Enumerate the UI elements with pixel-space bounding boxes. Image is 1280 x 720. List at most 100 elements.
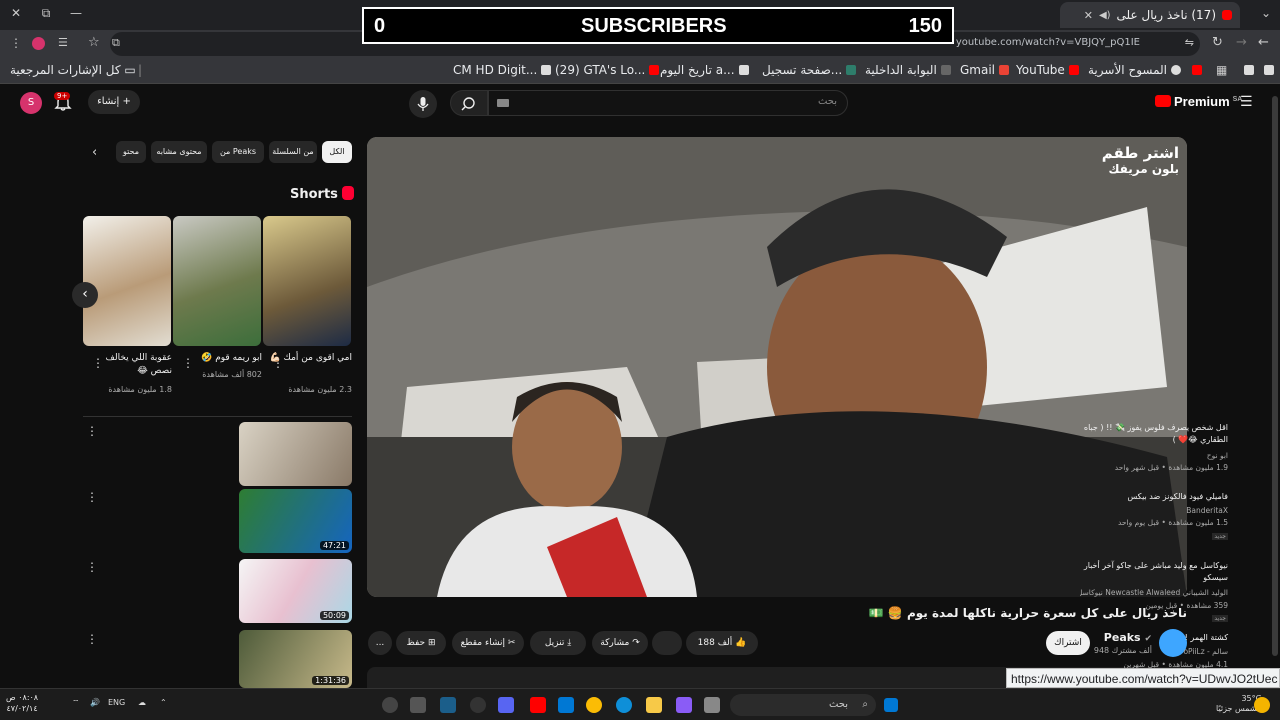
steam-icon[interactable] bbox=[440, 697, 456, 713]
video-more-icon[interactable]: ⋮ bbox=[86, 490, 98, 504]
apps-grid-icon[interactable]: ▦ bbox=[1216, 63, 1227, 77]
page-icon bbox=[738, 65, 749, 75]
bookmark-survey[interactable]: المسوح الأسرية bbox=[1088, 63, 1182, 77]
chip-from-peaks[interactable]: من Peaks bbox=[212, 141, 264, 163]
search-button[interactable] bbox=[450, 90, 488, 116]
video-thumbnail[interactable]: 50:09 bbox=[239, 559, 352, 623]
bookmark-page-2[interactable] bbox=[1260, 63, 1274, 77]
tab-audio-icon[interactable]: ◀) bbox=[1099, 10, 1111, 21]
bookmark-yt-icon[interactable] bbox=[1188, 63, 1202, 77]
minimize-window-icon[interactable]: — bbox=[68, 6, 84, 22]
short-more-icon[interactable]: ⋮ bbox=[182, 356, 194, 370]
copilot-icon[interactable] bbox=[676, 697, 692, 713]
video-more-icon[interactable]: ⋮ bbox=[86, 424, 98, 438]
install-app-icon[interactable]: ⧉ bbox=[112, 36, 120, 50]
menu-kebab-icon[interactable]: ⋮ bbox=[10, 36, 22, 50]
short-thumbnail-3[interactable] bbox=[83, 216, 171, 346]
bookmark-date[interactable]: تاريخ اليوم a... bbox=[660, 63, 749, 77]
video-title[interactable]: كشتة الهمر ! bbox=[1080, 632, 1228, 644]
video-thumbnail[interactable] bbox=[239, 422, 352, 486]
wifi-icon[interactable]: ⌔ bbox=[72, 698, 80, 708]
start-windows-icon[interactable] bbox=[884, 698, 898, 712]
video-channel[interactable]: الوليد الشيباني Newcastle Alwaleed نيوكا… bbox=[1080, 588, 1228, 597]
bookmark-gta[interactable]: (29) GTA's Lo... bbox=[555, 63, 660, 77]
file-explorer-icon[interactable] bbox=[646, 697, 662, 713]
chrome-icon[interactable] bbox=[586, 697, 602, 713]
chip-similar[interactable]: محتوى مشابه bbox=[151, 141, 207, 163]
video-channel[interactable]: ابو نوح bbox=[1080, 451, 1228, 460]
short-more-icon[interactable]: ⋮ bbox=[92, 356, 104, 370]
store-icon[interactable] bbox=[558, 697, 574, 713]
short-thumbnail-1[interactable] bbox=[263, 216, 351, 346]
reload-icon[interactable]: ↻ bbox=[1212, 35, 1223, 50]
language-indicator[interactable]: ENG bbox=[108, 698, 125, 707]
short-more-icon[interactable]: ⋮ bbox=[272, 356, 284, 370]
tray-overflow-icon[interactable]: ⌃ bbox=[160, 698, 167, 707]
page-icon bbox=[541, 65, 552, 75]
bookmark-portal[interactable]: البوابة الداخلية bbox=[865, 63, 951, 77]
volume-icon[interactable]: 🔊 bbox=[90, 698, 100, 707]
scrollbar-thumb[interactable] bbox=[1272, 96, 1278, 656]
video-player[interactable]: اشتر طقم بلون مريفك bbox=[367, 137, 1187, 597]
search-input[interactable]: بحث bbox=[488, 90, 848, 116]
forward-icon[interactable]: → bbox=[1236, 35, 1247, 50]
video-title[interactable]: اقل شخص يصرف فلوس يفوز 💸 !! ( جباه الطقا… bbox=[1080, 422, 1228, 446]
task-view-icon[interactable] bbox=[704, 697, 720, 713]
youtube-logo[interactable]: Premium SA bbox=[1155, 94, 1242, 109]
video-title[interactable]: فاميلي فيود فالكونز ضد بيكس bbox=[1080, 491, 1228, 503]
save-button[interactable]: حفظ ⊞ bbox=[396, 631, 446, 655]
share-button[interactable]: مشاركة ↷ bbox=[592, 631, 648, 655]
youtube-app-icon[interactable] bbox=[530, 697, 546, 713]
browser-tab-active[interactable]: ✕ ◀) (17) ناخذ ريال على bbox=[1060, 2, 1240, 28]
download-button[interactable]: تنزيل ⤓ bbox=[530, 631, 586, 655]
restore-window-icon[interactable]: ⧉ bbox=[38, 6, 54, 22]
profile-icon[interactable] bbox=[32, 37, 45, 50]
close-tab-icon[interactable]: ✕ bbox=[1084, 9, 1093, 22]
settings-icon[interactable] bbox=[382, 697, 398, 713]
bookmark-youtube[interactable]: YouTube bbox=[1016, 63, 1079, 77]
hamburger-menu-icon[interactable]: ☰ bbox=[1240, 94, 1253, 110]
avatar[interactable]: S bbox=[20, 92, 42, 114]
clock[interactable]: ٠٨:٠٨ ص ٤٧/٠٢/١٤ bbox=[6, 692, 38, 714]
shorts-prev-icon[interactable]: ‹ bbox=[72, 282, 98, 308]
short-thumbnail-2[interactable] bbox=[173, 216, 261, 346]
like-icon[interactable]: 👍 bbox=[735, 638, 746, 648]
chip-series[interactable]: من السلسلة bbox=[269, 141, 317, 163]
clip-button[interactable]: إنشاء مقطع ✂ bbox=[452, 631, 524, 655]
keyboard-icon[interactable] bbox=[497, 99, 509, 107]
bookmark-cmhd[interactable]: CM HD Digit... bbox=[453, 63, 552, 77]
bookmark-register[interactable]: صفحة تسجيل... bbox=[762, 63, 857, 77]
video-more-icon[interactable]: ⋮ bbox=[86, 632, 98, 646]
page-scrollbar[interactable] bbox=[1270, 84, 1280, 688]
bookmark-star-icon[interactable]: ☆ bbox=[88, 35, 100, 50]
all-bookmarks[interactable]: كل الإشارات المرجعية ▭ bbox=[10, 63, 136, 77]
youtube-play-icon bbox=[1155, 95, 1171, 107]
app-icon[interactable] bbox=[410, 697, 426, 713]
dislike-button[interactable] bbox=[652, 631, 682, 655]
chip-related-partial[interactable]: محتو bbox=[116, 141, 146, 163]
bookmark-page[interactable] bbox=[1240, 63, 1254, 77]
discord-icon[interactable] bbox=[498, 697, 514, 713]
bookmark-gmail[interactable]: Gmail bbox=[960, 63, 1010, 77]
voice-search-icon[interactable] bbox=[409, 90, 437, 118]
scissors-icon: ✂ bbox=[507, 638, 516, 648]
video-channel[interactable]: سالم - oPiiLz bbox=[1080, 647, 1228, 656]
cloud-icon[interactable]: ☁ bbox=[138, 698, 146, 707]
chip-all[interactable]: الكل bbox=[322, 141, 352, 163]
back-icon[interactable]: ← bbox=[1258, 35, 1269, 50]
edge-icon[interactable] bbox=[616, 697, 632, 713]
site-settings-icon[interactable]: ⇋ bbox=[1185, 36, 1194, 49]
video-thumbnail[interactable]: 47:21 bbox=[239, 489, 352, 553]
video-channel[interactable]: BanderitaX bbox=[1080, 506, 1228, 515]
extension-icon[interactable]: ☰ bbox=[58, 36, 68, 49]
video-title[interactable]: نيوكاسل مع وليد مباشر على جاكو آخر أخبار… bbox=[1080, 560, 1228, 584]
chips-prev-icon[interactable]: ‹ bbox=[92, 145, 97, 160]
taskbar-search[interactable]: بحث ⌕ bbox=[730, 694, 876, 716]
create-button[interactable]: إنشاء + bbox=[88, 90, 140, 114]
video-more-icon[interactable]: ⋮ bbox=[86, 560, 98, 574]
tab-search-icon[interactable]: ⌄ bbox=[1258, 6, 1274, 22]
video-thumbnail[interactable]: 1:31:36 bbox=[239, 630, 352, 688]
more-actions-button[interactable]: ... bbox=[368, 631, 392, 655]
app-icon[interactable] bbox=[470, 697, 486, 713]
close-window-icon[interactable]: ✕ bbox=[8, 6, 24, 22]
